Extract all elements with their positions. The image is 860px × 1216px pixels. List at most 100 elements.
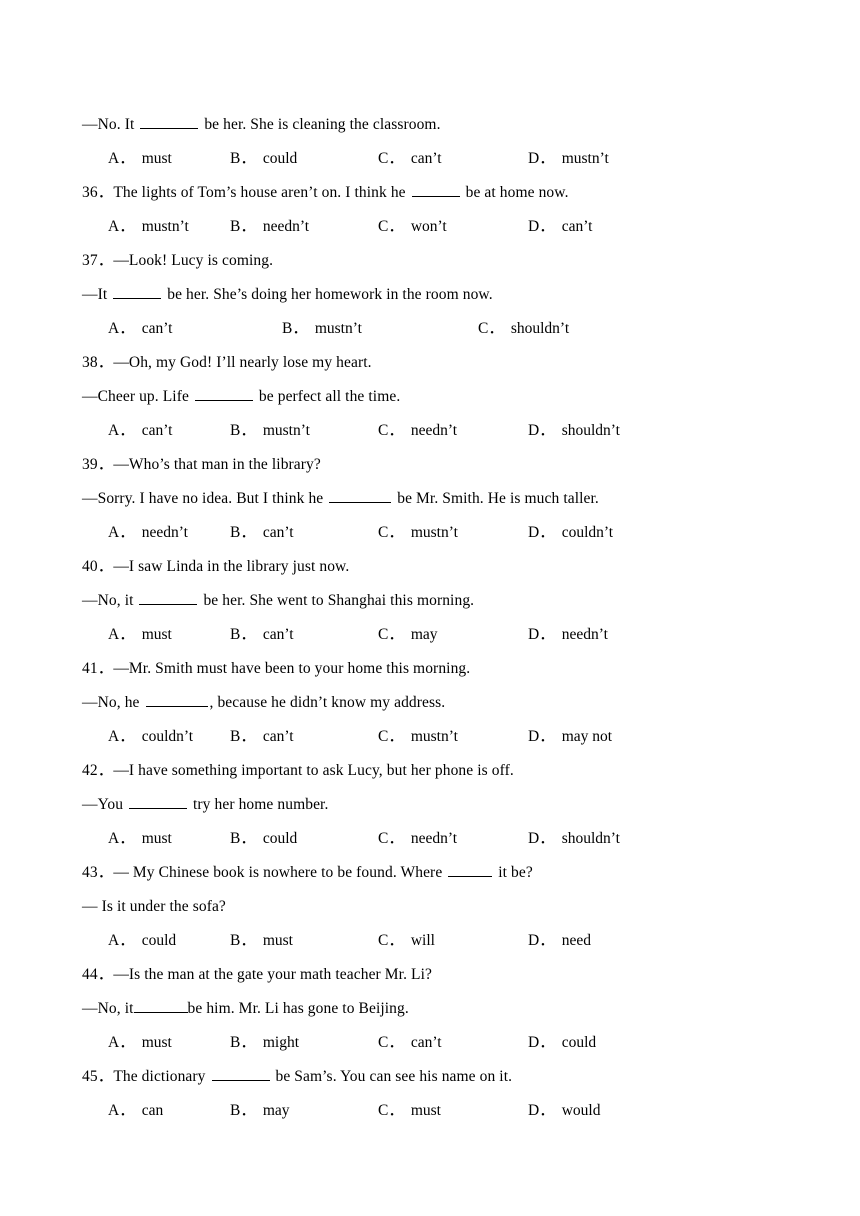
answer-blank[interactable] (129, 795, 188, 809)
option-label: B． (230, 1102, 256, 1119)
option-value: can’t (410, 150, 442, 167)
option-value: shouldn’t (561, 830, 620, 847)
answer-blank[interactable] (411, 183, 460, 197)
option-choice[interactable]: D． may not (528, 720, 612, 754)
option-choice[interactable]: B． could (230, 822, 297, 856)
option-label: D． (528, 728, 555, 745)
option-label: C． (378, 422, 404, 439)
question-stem: 42． —I have something important to ask Lu… (82, 754, 782, 788)
question-text: —Oh, my God! I’ll nearly lose my heart. (113, 346, 371, 380)
option-choice[interactable]: D． would (528, 1094, 600, 1128)
option-choice[interactable]: A． mustn’t (108, 210, 189, 244)
option-choice[interactable]: C． mustn’t (378, 516, 458, 550)
option-value: can’t (141, 422, 173, 439)
question-text: — My Chinese book is nowhere to be found… (113, 856, 533, 890)
option-choice[interactable]: A． couldn’t (108, 720, 193, 754)
option-choice[interactable]: A． must (108, 1026, 172, 1060)
option-choice[interactable]: A． can’t (108, 414, 172, 448)
question-reply: —You try her home number. (82, 788, 782, 822)
option-choice[interactable]: B． might (230, 1026, 299, 1060)
answer-blank[interactable] (211, 1067, 270, 1081)
question-text: —Sorry. I have no idea. But I think he b… (82, 482, 599, 516)
question-block: —No. It be her. She is cleaning the clas… (82, 108, 782, 176)
option-choice[interactable]: D． needn’t (528, 618, 608, 652)
option-choice[interactable]: A． could (108, 924, 176, 958)
option-choice[interactable]: B． can’t (230, 516, 294, 550)
option-choice[interactable]: D． shouldn’t (528, 414, 620, 448)
question-text: —I have something important to ask Lucy,… (113, 754, 514, 788)
option-choice[interactable]: B． mustn’t (230, 414, 310, 448)
answer-blank[interactable] (113, 285, 162, 299)
question-text: —No, he , because he didn’t know my addr… (82, 686, 445, 720)
option-label: C． (378, 524, 404, 541)
option-label: D． (528, 150, 555, 167)
option-choice[interactable]: A． must (108, 618, 172, 652)
option-label: A． (108, 728, 135, 745)
answer-blank[interactable] (145, 693, 208, 707)
option-label: D． (528, 626, 555, 643)
option-value: would (561, 1102, 601, 1119)
option-value: needn’t (262, 218, 310, 235)
option-label: D． (528, 1034, 555, 1051)
option-choice[interactable]: C． will (378, 924, 435, 958)
option-value: may (262, 1102, 290, 1119)
option-choice[interactable]: B． may (230, 1094, 290, 1128)
option-choice[interactable]: B． can’t (230, 720, 294, 754)
option-choice[interactable]: C． can’t (378, 142, 442, 176)
text-before-blank: —It (82, 286, 112, 303)
option-value: will (410, 932, 435, 949)
text-before-blank: —No, he (82, 694, 144, 711)
answer-blank[interactable] (194, 387, 253, 401)
question-block: 41． —Mr. Smith must have been to your hom… (82, 652, 782, 754)
question-number: 38． (82, 354, 114, 371)
option-choice[interactable]: D． mustn’t (528, 142, 609, 176)
question-block: 40． —I saw Linda in the library just now.… (82, 550, 782, 652)
option-value: must (410, 1102, 441, 1119)
option-choice[interactable]: D． can’t (528, 210, 592, 244)
option-choice[interactable]: D． could (528, 1026, 596, 1060)
option-label: D． (528, 422, 555, 439)
option-choice[interactable]: C． can’t (378, 1026, 442, 1060)
question-number: 36． (82, 184, 114, 201)
question-reply: —No, it be her. She went to Shanghai thi… (82, 584, 782, 618)
option-choice[interactable]: C． needn’t (378, 414, 457, 448)
option-choice[interactable]: C． won’t (378, 210, 447, 244)
answer-blank[interactable] (139, 591, 198, 605)
option-choice[interactable]: A． needn’t (108, 516, 188, 550)
option-label: A． (108, 830, 135, 847)
text-before-blank: —Oh, my God! I’ll nearly lose my heart. (113, 354, 372, 371)
option-choice[interactable]: C． needn’t (378, 822, 457, 856)
option-label: B． (230, 150, 256, 167)
option-value: needn’t (561, 626, 608, 643)
answer-blank[interactable] (329, 489, 392, 503)
option-choice[interactable]: B． can’t (230, 618, 294, 652)
option-choice[interactable]: C． may (378, 618, 438, 652)
option-choice[interactable]: A． can’t (108, 312, 172, 346)
option-choice[interactable]: B． could (230, 142, 297, 176)
option-choice[interactable]: B． must (230, 924, 293, 958)
option-value: can’t (141, 320, 173, 337)
option-label: A． (108, 422, 135, 439)
question-stem: 38． —Oh, my God! I’ll nearly lose my hear… (82, 346, 782, 380)
option-choice[interactable]: D． shouldn’t (528, 822, 620, 856)
option-choice[interactable]: D． need (528, 924, 591, 958)
text-after-blank: be her. She’s doing her homework in the … (163, 286, 493, 303)
option-label: B． (282, 320, 308, 337)
option-choice[interactable]: B． mustn’t (282, 312, 362, 346)
option-choice[interactable]: C． shouldn’t (478, 312, 569, 346)
option-choice[interactable]: A． can (108, 1094, 163, 1128)
option-label: A． (108, 218, 135, 235)
option-choice[interactable]: B． needn’t (230, 210, 309, 244)
option-choice[interactable]: A． must (108, 822, 172, 856)
text-after-blank: be Sam’s. You can see his name on it. (271, 1068, 513, 1085)
answer-blank[interactable] (140, 115, 199, 129)
option-choice[interactable]: C． mustn’t (378, 720, 458, 754)
text-before-blank: —Look! Lucy is coming. (113, 252, 274, 269)
question-block: 45． The dictionary be Sam’s. You can see … (82, 1060, 782, 1128)
answer-blank[interactable] (448, 863, 493, 877)
question-text: —No. It be her. She is cleaning the clas… (82, 108, 441, 142)
option-choice[interactable]: D． couldn’t (528, 516, 613, 550)
option-choice[interactable]: A． must (108, 142, 172, 176)
answer-blank[interactable] (133, 999, 188, 1013)
option-choice[interactable]: C． must (378, 1094, 441, 1128)
